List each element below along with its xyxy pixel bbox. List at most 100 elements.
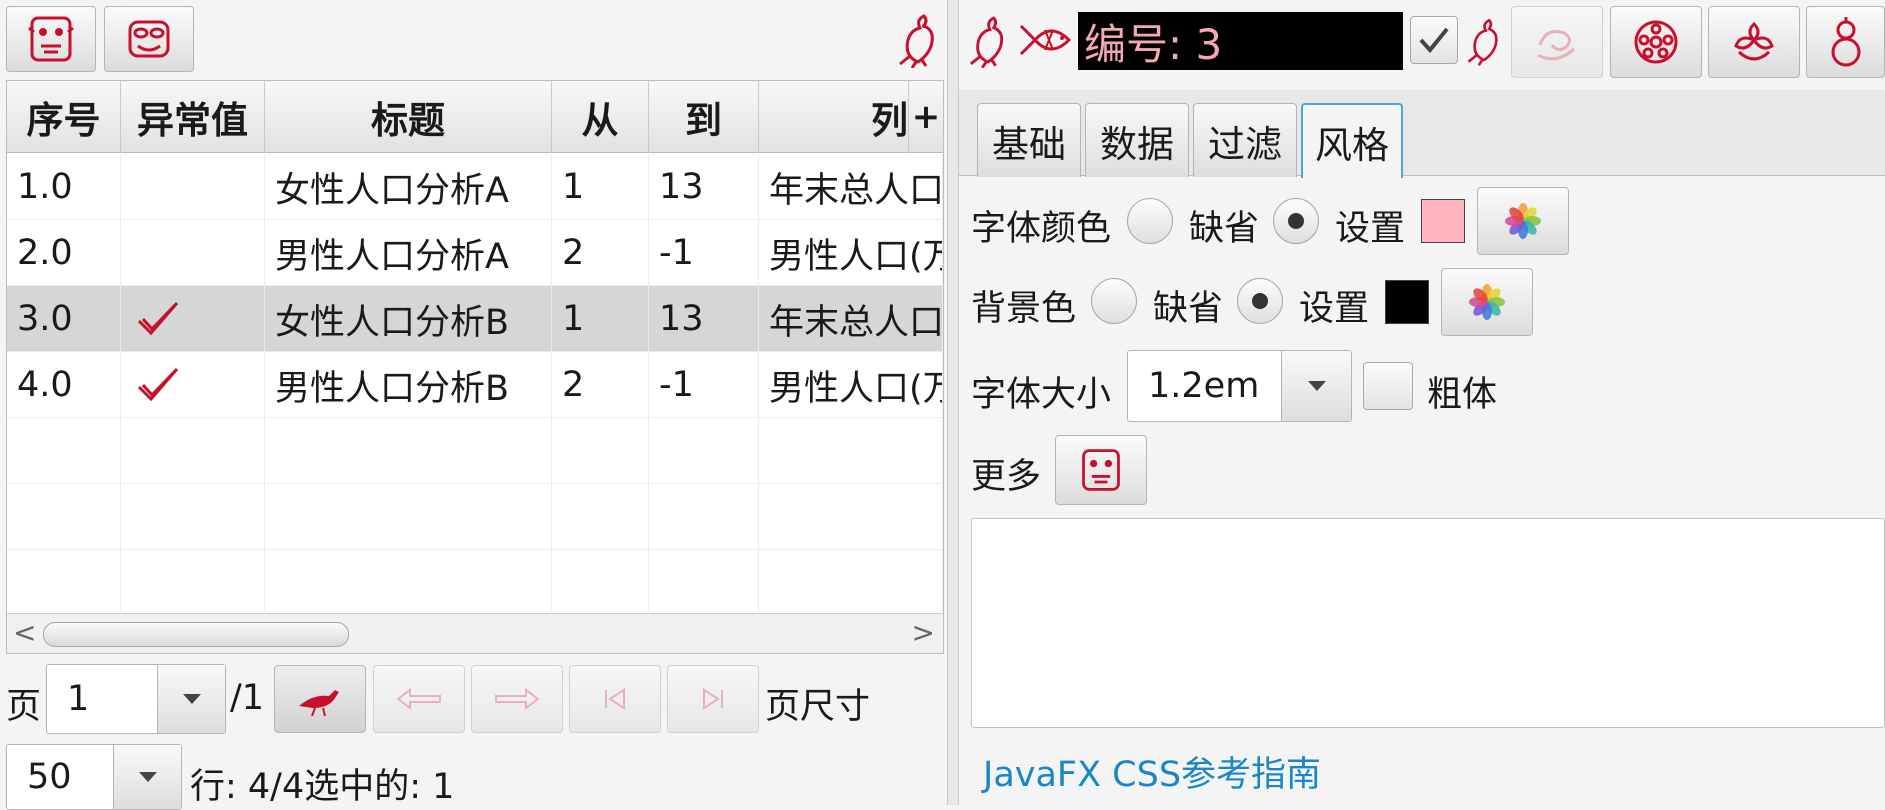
chevron-down-icon[interactable] [113,745,181,809]
lotus-root-button[interactable] [1610,6,1702,78]
scroll-right-icon[interactable]: > [912,616,935,649]
tab-basic[interactable]: 基础 [977,103,1081,177]
anomaly-cell [121,154,265,220]
last-page-button[interactable] [667,665,759,733]
flower-icon [1734,21,1774,61]
chevron-down-icon[interactable] [1281,351,1351,421]
checkmark-icon [1419,27,1449,54]
bg-color-default-radio[interactable] [1091,278,1137,324]
checkmark-icon [137,368,179,402]
previous-page-button[interactable] [373,665,465,733]
css-reference-link[interactable]: JavaFX CSS参考指南 [983,746,1321,797]
column-header[interactable]: 标题 [265,81,552,153]
from-cell: 2 [552,352,649,418]
arrow-right-icon [495,688,540,710]
scroll-thumb[interactable] [43,622,349,647]
phoenix-icon[interactable] [896,12,940,68]
to-cell [649,550,759,616]
from-cell: 1 [552,286,649,352]
page-total: /1 [230,678,265,718]
index-cell: 3.0 [7,286,121,352]
column-header[interactable]: 异常值 [121,81,265,153]
column-cell: 男性人口(万 [759,352,943,418]
font-color-set-radio[interactable] [1273,198,1319,244]
table-row[interactable] [7,550,943,616]
mask-alt-button[interactable] [104,6,194,72]
from-cell [552,484,649,550]
tab-strip: 基础 数据 过滤 风格 [959,90,1885,178]
anomaly-cell [121,418,265,484]
to-cell: 13 [649,154,759,220]
table-row[interactable] [7,484,943,550]
index-cell: 4.0 [7,352,121,418]
flower-button[interactable] [1708,6,1800,78]
add-column-button[interactable]: + [909,81,943,153]
swirl-button[interactable] [1511,6,1603,78]
title-cell [265,550,552,616]
tab-data[interactable]: 数据 [1085,103,1189,177]
scroll-left-icon[interactable]: < [13,616,36,649]
font-color-swatch [1421,199,1465,243]
css-text-area[interactable] [971,518,1885,728]
bold-checkbox[interactable] [1363,362,1413,410]
lotus-root-icon [1634,20,1678,64]
page-size-combo[interactable]: 50 [6,744,182,810]
more-button[interactable] [1055,435,1147,505]
table-header: 序号 异常值 标题 从 到 列 + [7,81,943,153]
table-row[interactable]: 1.0 女性人口分析A 1 13 年末总人口 [7,154,943,220]
font-color-set-label: 设置 [1335,209,1406,249]
from-cell [552,418,649,484]
color-wheel-icon [1505,203,1541,239]
gourd-icon [1831,17,1860,67]
tab-filter[interactable]: 过滤 [1193,103,1297,177]
font-size-label: 字体大小 [971,375,1112,415]
tab-style[interactable]: 风格 [1301,103,1403,178]
table-row[interactable]: 2.0 男性人口分析A 2 -1 男性人口(万 [7,220,943,286]
page-size-value: 50 [27,757,72,797]
mask-button[interactable] [6,6,96,72]
more-label: 更多 [971,457,1042,497]
go-page-button[interactable] [274,665,366,733]
horizontal-scrollbar[interactable]: < > [7,613,943,653]
font-color-default-radio[interactable] [1127,198,1173,244]
column-header[interactable]: 到 [649,81,759,153]
font-size-combo[interactable]: 1.2em [1127,350,1352,422]
table-row[interactable] [7,418,943,484]
font-color-picker-button[interactable] [1477,187,1569,255]
from-cell [552,550,649,616]
fish-icon[interactable] [1017,16,1073,64]
id-checkbox[interactable] [1410,16,1458,64]
phoenix-icon[interactable] [1465,16,1503,66]
anomaly-cell [121,286,265,352]
id-field[interactable]: 编号: 3 [1078,12,1403,70]
to-cell [649,418,759,484]
chevron-down-icon[interactable] [157,665,225,733]
bold-label: 粗体 [1427,375,1498,415]
bg-color-set-radio[interactable] [1237,278,1283,324]
first-page-button[interactable] [569,665,661,733]
page-number-combo[interactable]: 1 [46,664,226,734]
bg-color-default-label: 缺省 [1153,289,1224,329]
table-row[interactable]: 3.0 女性人口分析B 1 13 年末总人口 [7,286,943,352]
bg-color-picker-button[interactable] [1441,268,1533,336]
column-header[interactable]: 列 [759,81,909,153]
bg-color-set-label: 设置 [1299,289,1370,329]
index-cell [7,418,121,484]
anomaly-cell [121,550,265,616]
page-number-value: 1 [67,679,90,719]
to-cell: -1 [649,220,759,286]
phoenix-icon[interactable] [967,14,1009,68]
font-color-label: 字体颜色 [971,209,1112,249]
next-page-button[interactable] [471,665,563,733]
gourd-button[interactable] [1806,6,1885,78]
split-divider[interactable] [947,0,959,805]
column-header[interactable]: 从 [552,81,649,153]
index-cell: 2.0 [7,220,121,286]
page-size-label: 页尺寸 [765,687,871,727]
color-wheel-icon [1469,284,1505,320]
last-page-icon [703,688,723,710]
first-page-icon [605,688,625,710]
column-header[interactable]: 序号 [7,81,121,153]
table-row[interactable]: 4.0 男性人口分析B 2 -1 男性人口(万 [7,352,943,418]
left-pane: 序号 异常值 标题 从 到 列 + 1.0 女性人口分析A 1 13 年末总人口 2.0 男… [0,0,947,810]
